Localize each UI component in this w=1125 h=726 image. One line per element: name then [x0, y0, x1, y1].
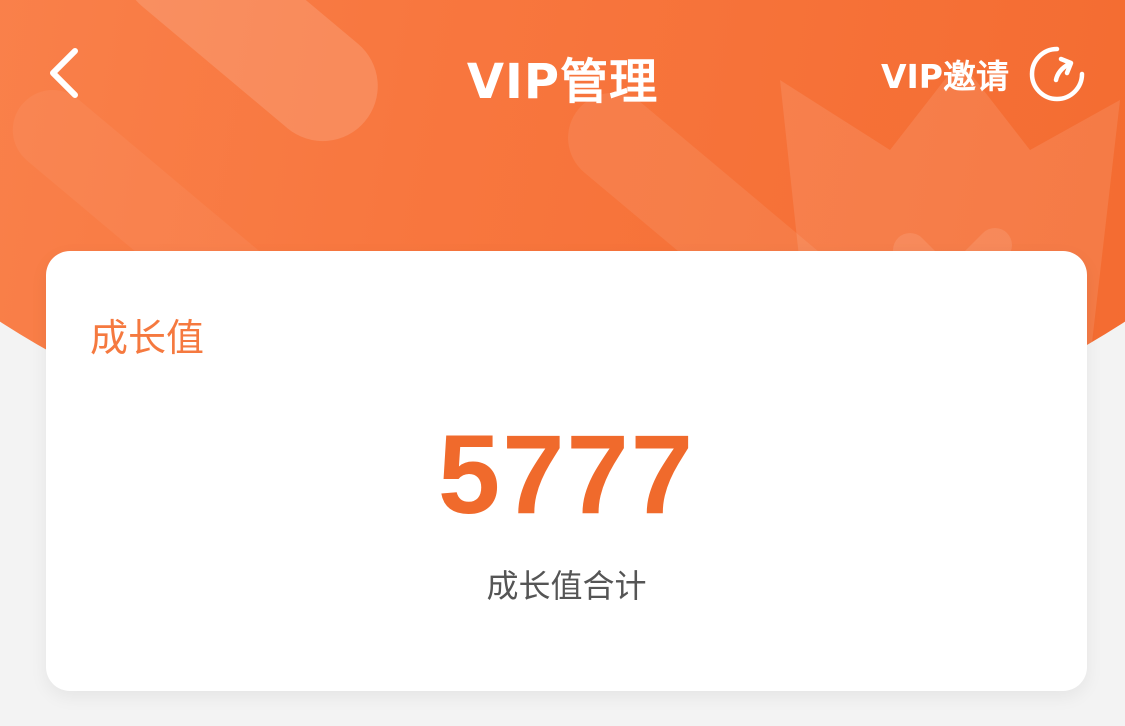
vip-management-page: VIP管理 VIP邀请 成长值 5777 成长值合计	[0, 0, 1125, 726]
growth-value-caption: 成长值合计	[486, 567, 647, 605]
vip-invite-label: VIP邀请	[880, 57, 1009, 96]
top-nav-bar: VIP管理 VIP邀请	[0, 0, 1125, 150]
vip-invite-button[interactable]: VIP邀请	[881, 42, 1087, 106]
growth-value-card: 成长值 5777 成长值合计	[46, 251, 1087, 691]
card-title: 成长值	[90, 316, 205, 360]
refresh-icon	[1029, 46, 1085, 102]
growth-value-total: 5777	[437, 412, 696, 537]
